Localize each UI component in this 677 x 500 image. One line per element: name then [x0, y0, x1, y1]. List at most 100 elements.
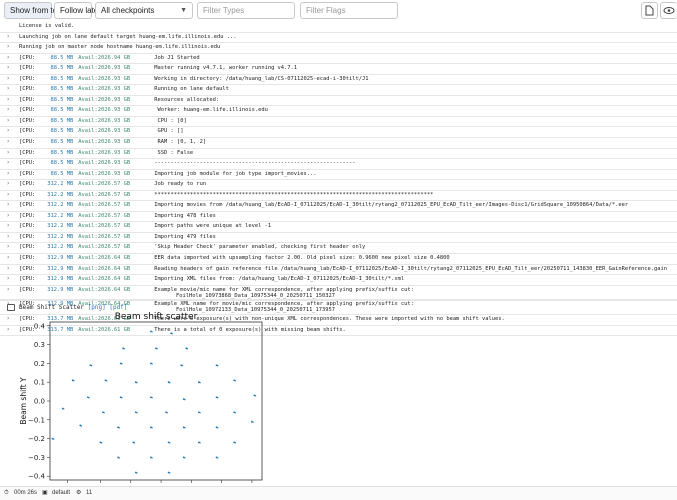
- cpu-label: [CPU:: [19, 54, 36, 61]
- avail-value: Avail:2026.93 GB: [78, 117, 131, 124]
- chevron-right-icon[interactable]: ›: [7, 117, 9, 126]
- log-row[interactable]: › [CPU: 88.5 MB Avail:2026.93 GB Working in …: [0, 75, 677, 84]
- chevron-right-icon[interactable]: ›: [7, 180, 9, 189]
- memory-value: 312.2 MB: [47, 181, 74, 188]
- chevron-right-icon[interactable]: ›: [7, 96, 9, 105]
- chevron-right-icon[interactable]: ›: [7, 159, 9, 168]
- chevron-right-icon[interactable]: ›: [7, 191, 9, 200]
- log-row[interactable]: License is valid.: [0, 22, 677, 31]
- data-point: [169, 381, 171, 384]
- log-row[interactable]: › [CPU: 88.5 MB Avail:2026.93 GB SSD : Fals…: [0, 149, 677, 158]
- log-entry: [CPU: 88.5 MB Avail:2026.93 GB ------------…: [19, 159, 355, 168]
- y-tick-label: −0.3: [28, 454, 45, 462]
- avail-value: Avail:2026.93 GB: [78, 107, 131, 114]
- data-point: [234, 442, 237, 444]
- filter-flags-input[interactable]: Filter Flags: [300, 2, 398, 19]
- log-row[interactable]: › [CPU: 88.5 MB Avail:2026.93 GB Resources a…: [0, 96, 677, 105]
- data-point: [100, 442, 103, 444]
- log-message: Importing 479 files: [154, 233, 216, 240]
- data-point: [181, 365, 184, 367]
- log-row[interactable]: › [CPU: 312.9 MB Avail:2026.64 GB Reading he…: [0, 265, 677, 274]
- log-row[interactable]: › [CPU: 312.9 MB Avail:2026.64 GB EER data i…: [0, 254, 677, 263]
- memory-value: 88.5 MB: [50, 96, 74, 103]
- log-row[interactable]: › [CPU: 88.5 MB Avail:2026.93 GB -----------…: [0, 159, 677, 168]
- log-row[interactable]: › [CPU: 312.9 MB Avail:2026.64 GB Example mo…: [0, 286, 677, 299]
- chevron-right-icon[interactable]: ›: [7, 286, 9, 295]
- chevron-right-icon[interactable]: ›: [7, 85, 9, 94]
- chevron-right-icon[interactable]: ›: [7, 254, 9, 263]
- log-row[interactable]: › Launching job on lane default target hu…: [0, 33, 677, 42]
- cpu-label: [CPU:: [19, 117, 36, 124]
- cpu-label: [CPU:: [19, 223, 36, 230]
- chevron-right-icon[interactable]: ›: [7, 201, 9, 210]
- filter-types-input[interactable]: Filter Types: [197, 2, 295, 19]
- chevron-right-icon[interactable]: ›: [7, 275, 9, 284]
- log-row[interactable]: › [CPU: 312.2 MB Avail:2026.57 GB Import pat…: [0, 222, 677, 231]
- chevron-right-icon[interactable]: ›: [7, 54, 9, 63]
- chevron-right-icon[interactable]: ›: [7, 43, 9, 52]
- chevron-right-icon[interactable]: ›: [7, 170, 9, 179]
- chevron-right-icon[interactable]: ›: [7, 212, 9, 221]
- log-message: CPU : [0]: [154, 117, 187, 124]
- log-row[interactable]: › [CPU: 312.2 MB Avail:2026.57 GB **********…: [0, 191, 677, 200]
- memory-value: 88.5 MB: [50, 139, 74, 146]
- view-toggle-button[interactable]: [660, 2, 677, 19]
- y-axis-label: Beam shift Y: [19, 377, 28, 425]
- log-message: Launching job on lane default target hua…: [19, 33, 237, 40]
- log-row[interactable]: › [CPU: 312.2 MB Avail:2026.57 GB Job ready …: [0, 180, 677, 189]
- chevron-right-icon[interactable]: ›: [7, 138, 9, 147]
- data-point: [118, 427, 120, 429]
- follow-latest-button[interactable]: Follow latest: [54, 2, 104, 19]
- download-menu-button[interactable]: [641, 2, 658, 19]
- chevron-right-icon[interactable]: ›: [7, 265, 9, 274]
- log-entry: [CPU: 88.5 MB Avail:2026.93 GB Master runni…: [19, 64, 297, 73]
- data-point: [52, 438, 55, 440]
- chevron-right-icon[interactable]: ›: [7, 75, 9, 84]
- log-row[interactable]: › [CPU: 312.9 MB Avail:2026.64 GB Importing …: [0, 275, 677, 284]
- checkpoint-select[interactable]: All checkpoints ▼: [95, 2, 193, 19]
- log-row[interactable]: › [CPU: 88.5 MB Avail:2026.94 GB Job J1 Star…: [0, 54, 677, 63]
- chevron-right-icon[interactable]: ›: [7, 243, 9, 252]
- chevron-right-icon[interactable]: ›: [7, 149, 9, 158]
- avail-value: Avail:2026.57 GB: [78, 244, 131, 251]
- lane-icon: ▣: [42, 490, 48, 496]
- chevron-right-icon[interactable]: ›: [7, 222, 9, 231]
- memory-value: 312.2 MB: [47, 223, 74, 230]
- data-point: [199, 381, 201, 384]
- cpu-label: [CPU:: [19, 191, 36, 198]
- chevron-right-icon[interactable]: ›: [7, 127, 9, 136]
- y-tick-label: −0.2: [28, 435, 45, 443]
- data-point: [184, 457, 186, 459]
- log-row[interactable]: › Running job on master node hostname hua…: [0, 43, 677, 52]
- chevron-right-icon[interactable]: ›: [7, 233, 9, 242]
- log-row[interactable]: › [CPU: 88.5 MB Avail:2026.93 GB RAM : [0, …: [0, 138, 677, 147]
- log-row[interactable]: › [CPU: 88.5 MB Avail:2026.93 GB Running on …: [0, 85, 677, 94]
- chevron-right-icon[interactable]: ›: [7, 106, 9, 115]
- show-from-top-button[interactable]: Show from top: [4, 2, 62, 19]
- log-message: ****************************************…: [154, 191, 434, 198]
- log-row[interactable]: › [CPU: 88.5 MB Avail:2026.93 GB GPU : []: [0, 127, 677, 136]
- memory-value: 88.5 MB: [50, 170, 74, 177]
- memory-value: 312.9 MB: [47, 286, 74, 293]
- log-entry: [CPU: 88.5 MB Avail:2026.93 GB Resources al…: [19, 96, 219, 105]
- log-row[interactable]: › [CPU: 312.2 MB Avail:2026.57 GB Importing …: [0, 201, 677, 210]
- chevron-right-icon[interactable]: ›: [7, 33, 9, 42]
- data-point: [63, 408, 65, 410]
- log-row[interactable]: › [CPU: 88.5 MB Avail:2026.93 GB Worker: hu…: [0, 106, 677, 115]
- memory-value: 312.2 MB: [47, 202, 74, 209]
- chevron-right-icon[interactable]: ›: [7, 64, 9, 73]
- log-row[interactable]: › [CPU: 88.5 MB Avail:2026.93 GB Importing j…: [0, 170, 677, 179]
- y-tick-label: 0.2: [34, 360, 45, 368]
- log-row[interactable]: › [CPU: 312.2 MB Avail:2026.57 GB Importing …: [0, 233, 677, 242]
- log-row[interactable]: › [CPU: 312.2 MB Avail:2026.57 GB Importing …: [0, 212, 677, 221]
- beam-shift-plot: Beam shift scatter 0.4 0.3 0.2 0.1 0.0 −0.1 −0.…: [0, 310, 280, 483]
- avail-value: Avail:2026.57 GB: [78, 212, 131, 219]
- cpu-label: [CPU:: [19, 86, 36, 93]
- data-point: [151, 427, 153, 429]
- log-row[interactable]: › [CPU: 88.5 MB Avail:2026.93 GB Master runn…: [0, 64, 677, 73]
- data-point: [103, 412, 105, 414]
- log-message: Importing movies from /data/huang_lab/Ec…: [154, 202, 629, 209]
- log-row[interactable]: › [CPU: 312.2 MB Avail:2026.57 GB 'Skip Head…: [0, 243, 677, 252]
- data-point: [121, 397, 123, 399]
- log-row[interactable]: › [CPU: 88.5 MB Avail:2026.93 GB CPU : [0]: [0, 117, 677, 126]
